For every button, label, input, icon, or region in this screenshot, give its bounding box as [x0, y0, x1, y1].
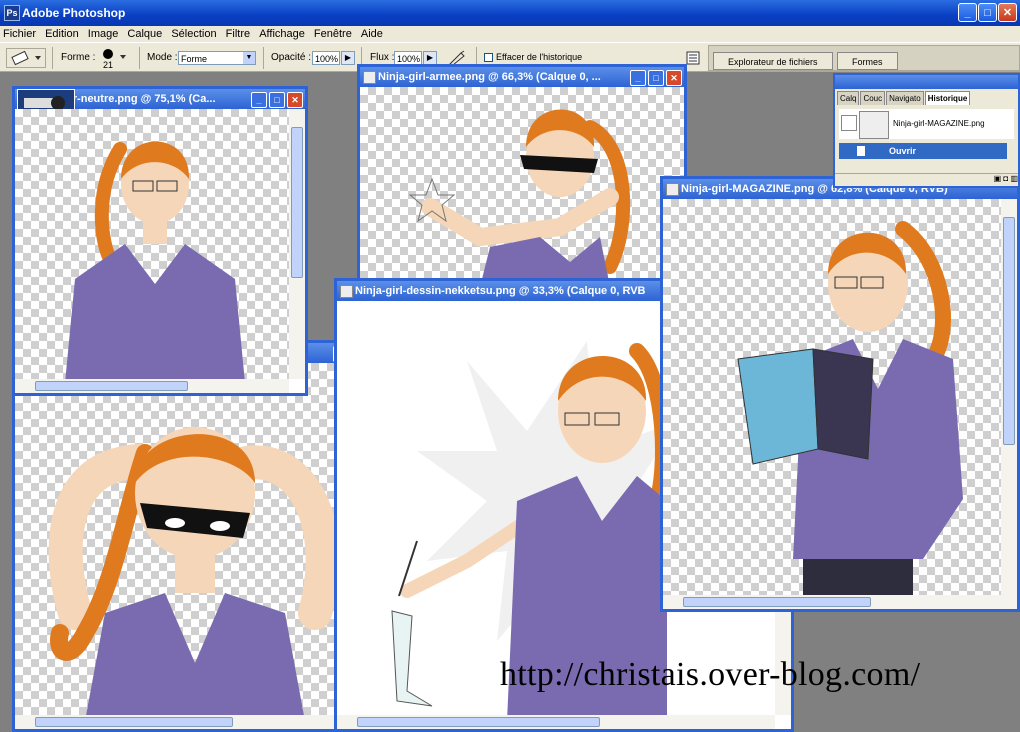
- new-document-icon[interactable]: ▣: [994, 174, 1002, 183]
- ninja-girl-magazine-illustration: [737, 221, 963, 601]
- palette-tabs: Calq Couc Navigato Historique: [837, 91, 971, 105]
- menu-calque[interactable]: Calque: [124, 26, 165, 42]
- doc-maximize-button[interactable]: □: [269, 92, 285, 108]
- scroll-thumb[interactable]: [357, 717, 600, 727]
- menu-fichier[interactable]: Fichier: [0, 26, 39, 42]
- flux-slider-arrow-icon[interactable]: ▶: [423, 51, 437, 65]
- document-window-buttons: _□✕: [628, 68, 682, 86]
- document-window-armee[interactable]: Ninja-girl-armee.png @ 66,3% (Calque 0, …: [357, 64, 687, 286]
- palette-toggle-icon[interactable]: [686, 51, 700, 65]
- app-titlebar: Ps Adobe Photoshop _ □ ✕: [0, 0, 1020, 26]
- mode-value: Forme: [181, 54, 208, 64]
- menu-aide[interactable]: Aide: [358, 26, 386, 42]
- opacite-label: Opacité :: [271, 52, 312, 63]
- watermark-url: http://christais.over-blog.com/: [500, 656, 921, 693]
- mode-label: Mode :: [147, 52, 178, 63]
- menu-selection[interactable]: Sélection: [168, 26, 219, 42]
- horizontal-scrollbar[interactable]: [15, 715, 371, 729]
- ninja-girl-mask-illustration: [48, 427, 340, 721]
- document-canvas[interactable]: [15, 109, 289, 383]
- document-icon: [666, 183, 679, 196]
- tab-navigateur[interactable]: Navigato: [886, 91, 924, 105]
- document-window-buttons: _□✕: [249, 90, 303, 108]
- ninja-girl-shuriken-illustration: [408, 109, 631, 283]
- document-titlebar: Ninja-girl-armee.png @ 66,3% (Calque 0, …: [360, 67, 684, 87]
- forme-label: Forme :: [61, 52, 96, 63]
- document-title: gir-neutre.png @ 75,1% (Ca...: [63, 93, 216, 105]
- horizontal-scrollbar[interactable]: [663, 595, 1001, 609]
- snapshot-thumbnail: [859, 111, 889, 139]
- effacer-label: Effacer de l'historique: [496, 52, 583, 62]
- doc-maximize-button[interactable]: □: [648, 70, 664, 86]
- mode-select[interactable]: Forme ▼: [178, 51, 256, 65]
- scroll-thumb[interactable]: [683, 597, 871, 607]
- document-title: Ninja-girl-dessin-nekketsu.png @ 33,3% (…: [355, 285, 646, 297]
- document-window-neutre[interactable]: gir-neutre.png @ 75,1% (Ca... _ □ ✕: [12, 86, 308, 396]
- app-title: Adobe Photoshop: [22, 6, 126, 20]
- tab-explorateur[interactable]: Explorateur de fichiers: [713, 52, 833, 70]
- tab-formes[interactable]: Formes: [837, 52, 898, 70]
- document-icon: [363, 71, 376, 84]
- chevron-down-icon: ▼: [243, 52, 255, 64]
- snapshot-name: Ninja-girl-MAGAZINE.png: [893, 119, 985, 128]
- tool-preset-picker[interactable]: [6, 48, 46, 68]
- history-step-label: Ouvrir: [889, 146, 917, 156]
- scroll-thumb[interactable]: [35, 717, 233, 727]
- horizontal-scrollbar[interactable]: [337, 715, 775, 729]
- menu-image[interactable]: Image: [85, 26, 122, 42]
- opacite-slider-arrow-icon[interactable]: ▶: [341, 51, 355, 65]
- new-snapshot-icon[interactable]: ◘: [1003, 174, 1008, 183]
- separator: [263, 47, 264, 69]
- doc-close-button[interactable]: ✕: [666, 70, 682, 86]
- scroll-thumb[interactable]: [291, 127, 303, 278]
- menu-affichage[interactable]: Affichage: [256, 26, 308, 42]
- eraser-icon: [11, 50, 41, 66]
- menu-bar: Fichier Edition Image Calque Sélection F…: [0, 26, 1020, 42]
- document-canvas[interactable]: [360, 87, 684, 283]
- vertical-scrollbar[interactable]: [289, 109, 305, 379]
- tab-couches[interactable]: Couc: [860, 91, 886, 105]
- tab-calques[interactable]: Calq: [837, 91, 860, 105]
- trash-icon[interactable]: ▥: [1010, 174, 1018, 183]
- scroll-thumb[interactable]: [35, 381, 188, 391]
- document-icon: [340, 285, 353, 298]
- brush-picker[interactable]: 21: [100, 47, 128, 71]
- palette-footer: ▣ ◘ ▥: [835, 173, 1018, 186]
- brush-size: 21: [103, 60, 114, 70]
- palette-well: Explorateur de fichiers Formes: [708, 45, 1020, 71]
- ninja-girl-neutral-illustration: [65, 141, 245, 383]
- history-step[interactable]: Ouvrir: [839, 143, 1007, 159]
- photoshop-icon: Ps: [4, 5, 20, 21]
- opacite-input[interactable]: 100%: [312, 51, 340, 65]
- menu-edition[interactable]: Edition: [42, 26, 82, 42]
- close-button[interactable]: ✕: [998, 3, 1017, 22]
- menu-filtre[interactable]: Filtre: [223, 26, 253, 42]
- history-snapshot[interactable]: Ninja-girl-MAGAZINE.png: [839, 109, 1014, 139]
- flux-label: Flux :: [370, 52, 395, 63]
- history-brush-source-icon[interactable]: [841, 115, 857, 131]
- doc-minimize-button[interactable]: _: [251, 92, 267, 108]
- separator: [139, 47, 140, 69]
- doc-close-button[interactable]: ✕: [287, 92, 303, 108]
- horizontal-scrollbar[interactable]: [15, 379, 289, 393]
- separator: [52, 47, 53, 69]
- document-canvas[interactable]: [663, 199, 1001, 601]
- scroll-thumb[interactable]: [1003, 217, 1015, 445]
- document-window-magazine[interactable]: Ninja-girl-MAGAZINE.png @ 62,8% (Calque …: [660, 176, 1020, 612]
- document-canvas[interactable]: [15, 363, 371, 721]
- document-title: Ninja-girl-armee.png @ 66,3% (Calque 0, …: [378, 71, 601, 83]
- menu-fenetre[interactable]: Fenêtre: [311, 26, 355, 42]
- effacer-checkbox[interactable]: [484, 53, 493, 62]
- vertical-scrollbar[interactable]: [1001, 199, 1017, 609]
- open-document-icon: [857, 146, 865, 156]
- flux-input[interactable]: 100%: [394, 51, 422, 65]
- minimize-button[interactable]: _: [958, 3, 977, 22]
- palette-titlebar: [835, 75, 1018, 89]
- history-palette[interactable]: Calq Couc Navigato Historique Ninja-girl-MA…: [833, 73, 1020, 188]
- doc-minimize-button[interactable]: _: [630, 70, 646, 86]
- tab-historique[interactable]: Historique: [924, 91, 971, 105]
- maximize-button[interactable]: □: [978, 3, 997, 22]
